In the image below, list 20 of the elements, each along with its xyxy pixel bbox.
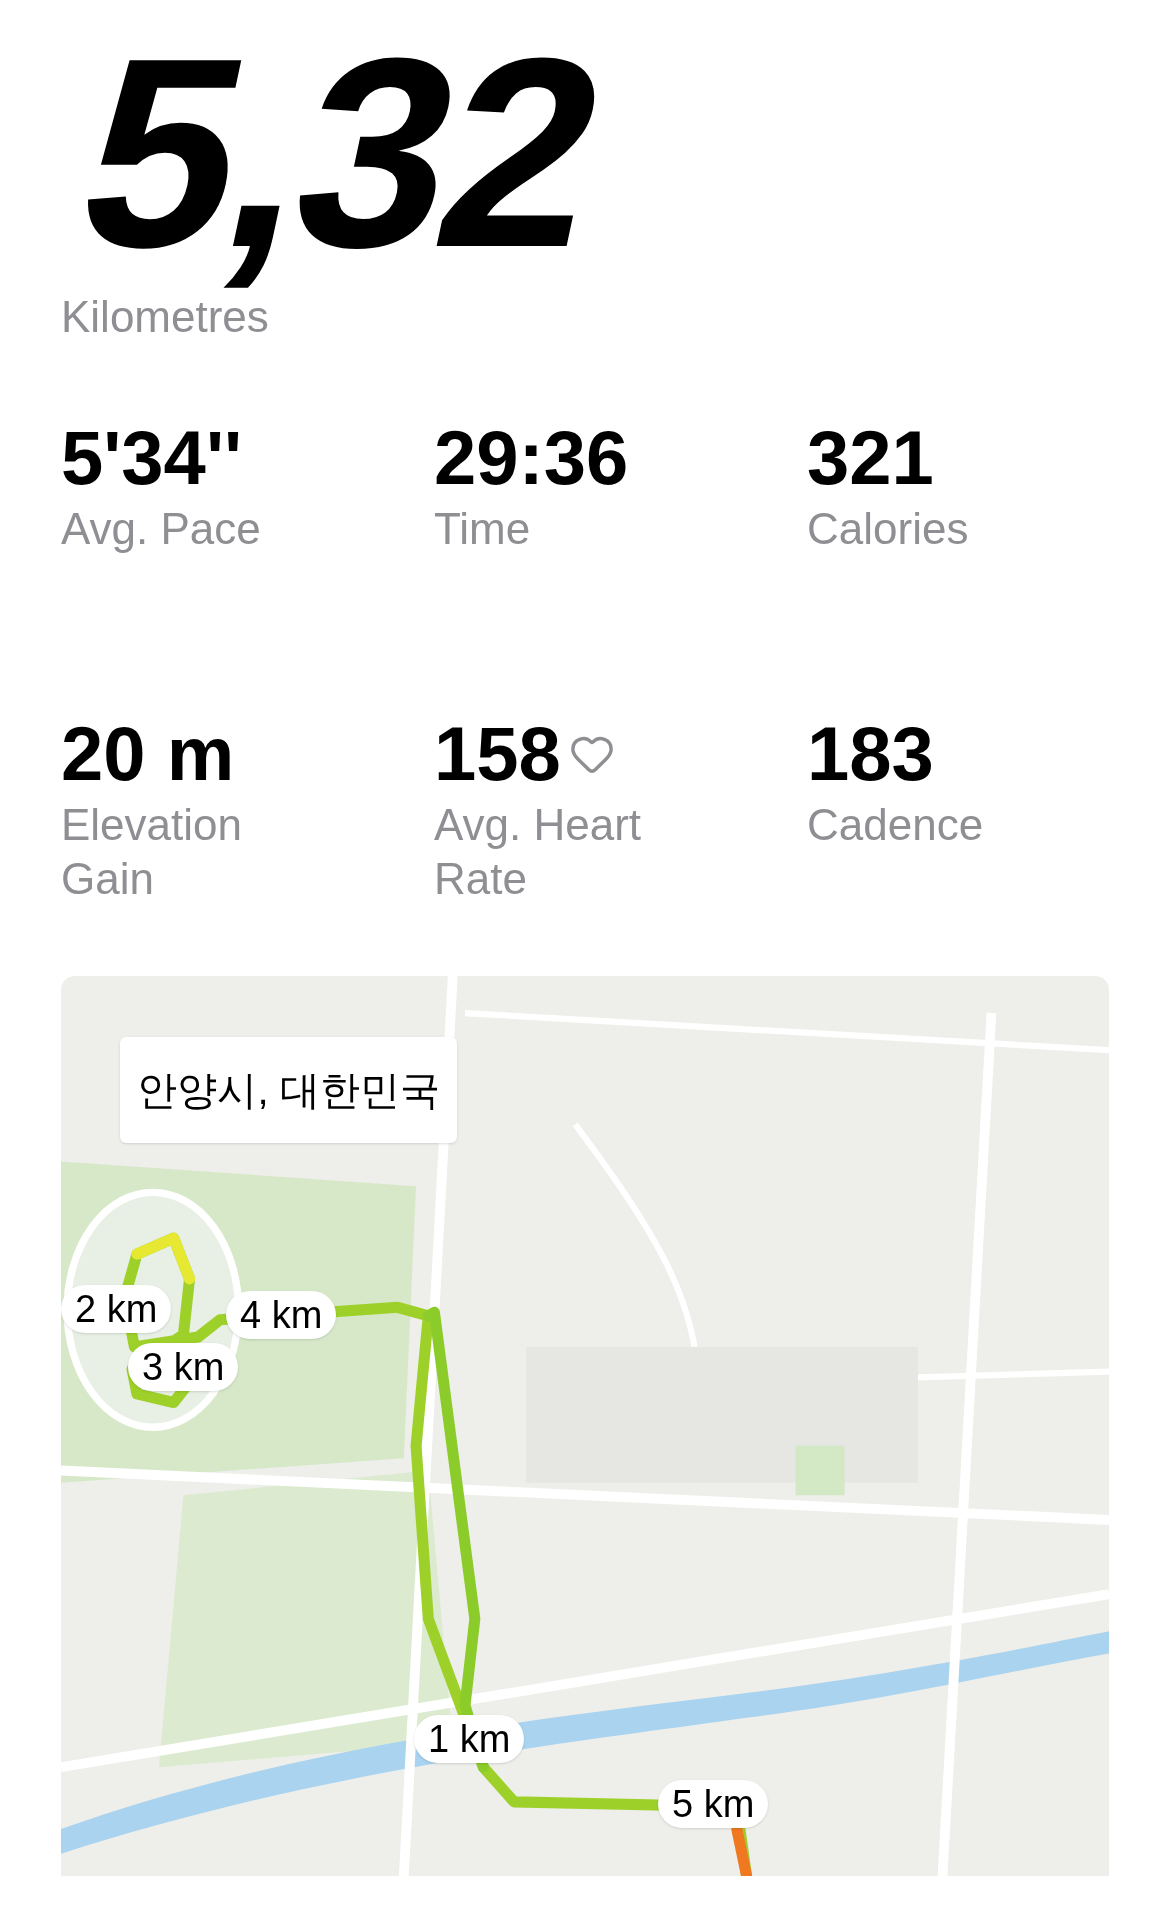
distance-marker: 4 km	[226, 1291, 337, 1339]
stat-label: Elevation Gain	[61, 799, 243, 905]
stat-value: 20 m	[61, 716, 235, 792]
distance-marker: 2 km	[61, 1285, 172, 1333]
stat-value: 5'34''	[61, 420, 243, 496]
distance-value: 5,32	[61, 18, 625, 288]
distance-marker: 5 km	[658, 1780, 769, 1828]
stat-value: 183	[807, 716, 934, 792]
stat-value: 321	[807, 420, 934, 496]
stat-label: Avg. Heart Rate	[434, 799, 643, 905]
distance-marker: 3 km	[128, 1343, 239, 1391]
distance-unit: Kilometres	[61, 291, 269, 343]
stat-label: Time	[434, 503, 532, 555]
distance-marker: 1 km	[414, 1715, 525, 1763]
stat-value: 158	[434, 716, 561, 792]
stat-label: Avg. Pace	[61, 503, 262, 555]
stat-label: Cadence	[807, 799, 985, 851]
location-label: 안양시, 대한민국	[120, 1037, 457, 1143]
stat-value: 29:36	[434, 420, 629, 496]
stat-label: Calories	[807, 503, 970, 555]
